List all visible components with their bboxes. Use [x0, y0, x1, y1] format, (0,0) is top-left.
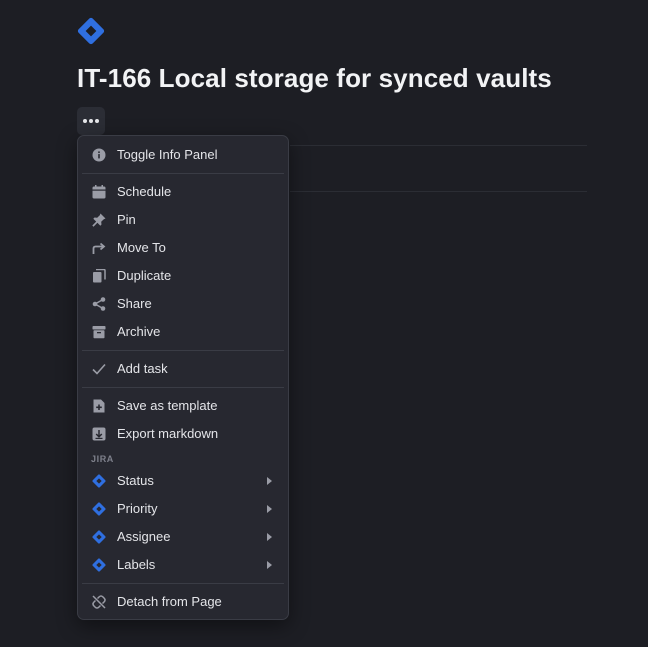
menu-item-add-task[interactable]: Add task	[82, 355, 284, 383]
menu-item-label: Schedule	[117, 184, 172, 199]
menu-item-jira-priority[interactable]: Priority	[82, 495, 284, 523]
menu-item-schedule[interactable]: Schedule	[82, 178, 284, 206]
checkmark-icon	[92, 362, 106, 376]
menu-item-label: Pin	[117, 212, 136, 227]
page-context-menu: Toggle Info Panel Schedule Pin Move To D…	[77, 135, 289, 620]
menu-item-label: Save as template	[117, 398, 218, 413]
menu-divider	[82, 173, 284, 174]
content-divider	[290, 191, 587, 192]
menu-item-label: Export markdown	[117, 426, 219, 441]
duplicate-icon	[92, 269, 106, 283]
menu-item-duplicate[interactable]: Duplicate	[82, 262, 284, 290]
menu-item-save-as-template[interactable]: Save as template	[82, 392, 284, 420]
menu-item-export-markdown[interactable]: Export markdown	[82, 420, 284, 448]
menu-item-archive[interactable]: Archive	[82, 318, 284, 346]
menu-item-label: Priority	[117, 501, 158, 516]
menu-item-label: Move To	[117, 240, 166, 255]
unlink-icon	[92, 595, 106, 609]
ellipsis-dot	[89, 119, 93, 123]
chevron-right-icon	[267, 477, 272, 485]
jira-logo-icon	[77, 17, 105, 45]
pin-icon	[92, 213, 106, 227]
info-icon	[92, 148, 106, 162]
ellipsis-icon	[83, 119, 87, 123]
menu-item-label: Duplicate	[117, 268, 172, 283]
menu-item-pin[interactable]: Pin	[82, 206, 284, 234]
page: IT-166 Local storage for synced vaults T…	[0, 0, 648, 647]
jira-icon	[92, 530, 106, 544]
menu-item-label: Toggle Info Panel	[117, 147, 218, 162]
content-divider	[290, 145, 587, 146]
archive-icon	[92, 325, 106, 339]
menu-item-label: Archive	[117, 324, 161, 339]
move-arrow-icon	[92, 241, 106, 255]
chevron-right-icon	[267, 505, 272, 513]
menu-divider	[82, 583, 284, 584]
page-title: IT-166 Local storage for synced vaults	[77, 63, 552, 93]
menu-item-toggle-info-panel[interactable]: Toggle Info Panel	[82, 141, 284, 169]
jira-section-header: JIRA	[91, 454, 114, 464]
menu-item-jira-status[interactable]: Status	[82, 467, 284, 495]
menu-item-jira-labels[interactable]: Labels	[82, 551, 284, 579]
menu-divider	[82, 387, 284, 388]
template-icon	[92, 399, 106, 413]
ellipsis-dot	[95, 119, 99, 123]
jira-icon	[92, 474, 106, 488]
calendar-icon	[92, 185, 106, 199]
menu-item-label: Labels	[117, 557, 156, 572]
menu-divider	[82, 350, 284, 351]
menu-item-move-to[interactable]: Move To	[82, 234, 284, 262]
share-icon	[92, 297, 106, 311]
chevron-right-icon	[267, 561, 272, 569]
menu-item-label: Status	[117, 473, 154, 488]
menu-item-label: Assignee	[117, 529, 171, 544]
menu-item-label: Detach from Page	[117, 594, 222, 609]
menu-item-share[interactable]: Share	[82, 290, 284, 318]
menu-item-label: Add task	[117, 361, 168, 376]
menu-item-detach-from-page[interactable]: Detach from Page	[82, 588, 284, 616]
menu-item-label: Share	[117, 296, 152, 311]
chevron-right-icon	[267, 533, 272, 541]
more-options-button[interactable]	[77, 107, 105, 135]
jira-icon	[92, 558, 106, 572]
menu-item-jira-assignee[interactable]: Assignee	[82, 523, 284, 551]
jira-icon	[92, 502, 106, 516]
export-icon	[92, 427, 106, 441]
